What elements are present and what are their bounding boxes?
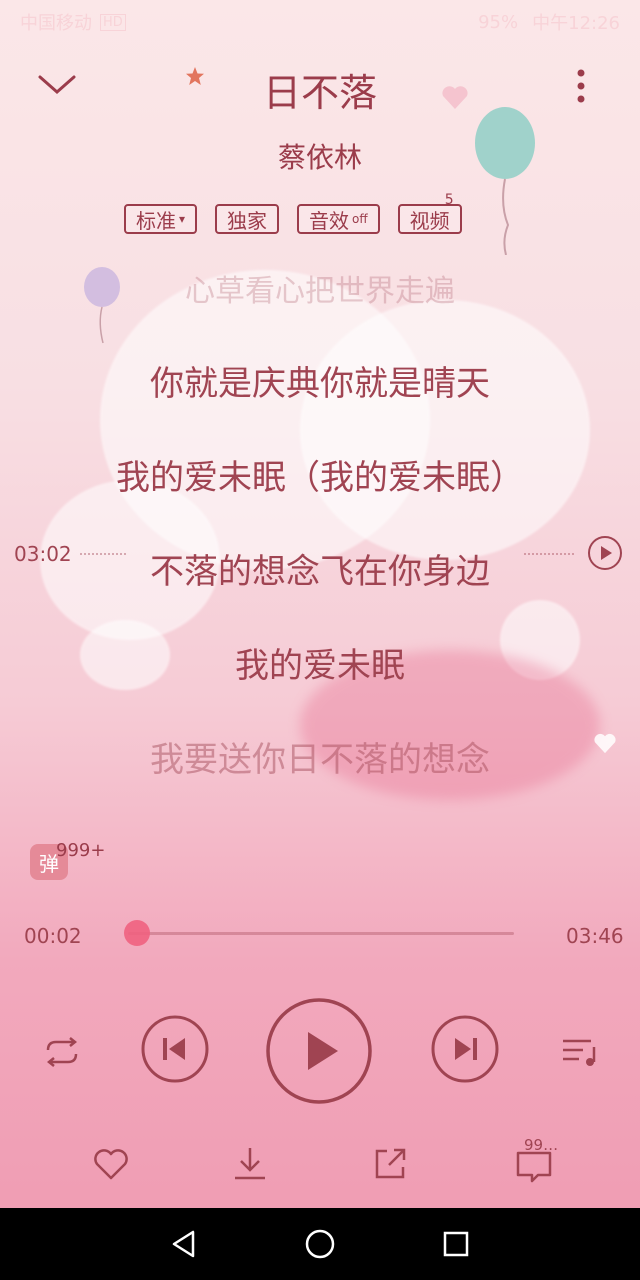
exclusive-chip[interactable]: 独家 (215, 204, 280, 234)
skip-previous-icon[interactable] (140, 1014, 210, 1084)
progress-thumb[interactable] (124, 920, 151, 946)
video-count-badge: 5 (444, 192, 454, 208)
progress-row: 00:02 03:46 (0, 918, 640, 948)
clock-label: 中午12:26 (532, 13, 620, 34)
lyric-line[interactable]: 你就是庆典你就是晴天 (0, 356, 640, 405)
progress-track[interactable] (128, 932, 514, 935)
lyric-line-next[interactable]: 我要送你日不落的想念 (0, 732, 640, 781)
comment-icon[interactable]: 99… (506, 1136, 562, 1186)
back-icon[interactable] (166, 1226, 202, 1262)
playlist-icon[interactable] (556, 1032, 602, 1072)
play-circle-icon[interactable] (587, 535, 623, 571)
option-chips: 标准 ▾ 独家 音效 off 视频 5 (124, 192, 462, 234)
elapsed-time: 00:02 (24, 924, 82, 948)
status-bar: 中国移动 HD 95% 中午12:26 (0, 0, 640, 44)
recents-icon[interactable] (438, 1226, 474, 1262)
video-chip[interactable]: 视频 5 (397, 192, 462, 234)
bottom-actions: 99… (0, 1136, 640, 1190)
play-icon[interactable] (264, 996, 374, 1106)
quality-chip-label: 标准 (136, 208, 176, 233)
repeat-icon[interactable] (38, 1032, 86, 1072)
song-title: 日不落 (262, 71, 377, 115)
sound-effect-chip-label: 音效 (309, 208, 350, 233)
share-icon[interactable] (368, 1142, 412, 1186)
exclusive-chip-label: 独家 (227, 208, 268, 233)
balloon-icon (475, 107, 535, 255)
seek-marker-line-left (80, 553, 126, 555)
danmu-button[interactable]: 弹 999+ (30, 840, 105, 880)
heart-icon[interactable] (90, 1144, 132, 1184)
artist-name[interactable]: 蔡依林 (0, 136, 640, 176)
carrier-label: 中国移动 (20, 13, 92, 34)
sound-effect-state: off (352, 212, 368, 226)
seek-marker-line-right (524, 553, 574, 555)
lyric-line[interactable]: 我的爱未眠 (0, 638, 640, 687)
battery-label: 95% (478, 11, 519, 33)
lyric-line-current[interactable]: 不落的想念飞在你身边 (0, 544, 640, 593)
video-chip-label: 视频 (409, 208, 450, 233)
danmu-count: 999+ (56, 840, 106, 861)
playback-controls (0, 998, 640, 1110)
lyric-line[interactable]: 我的爱未眠（我的爱未眠） (0, 450, 640, 499)
comment-count: 99… (524, 1136, 559, 1154)
download-icon[interactable] (228, 1142, 272, 1186)
system-navigation-bar (0, 1208, 640, 1280)
network-label: HD (100, 13, 126, 31)
lyric-line-previous[interactable]: 心草看心把世界走遍 (0, 266, 640, 310)
sound-effect-chip[interactable]: 音效 off (297, 204, 380, 234)
total-time: 03:46 (566, 924, 624, 948)
home-icon[interactable] (302, 1226, 338, 1262)
skip-next-icon[interactable] (430, 1014, 500, 1084)
quality-chip[interactable]: 标准 ▾ (124, 204, 198, 234)
background-cloud (300, 300, 590, 560)
chevron-down-icon: ▾ (179, 212, 186, 226)
seek-marker-time: 03:02 (14, 542, 72, 566)
